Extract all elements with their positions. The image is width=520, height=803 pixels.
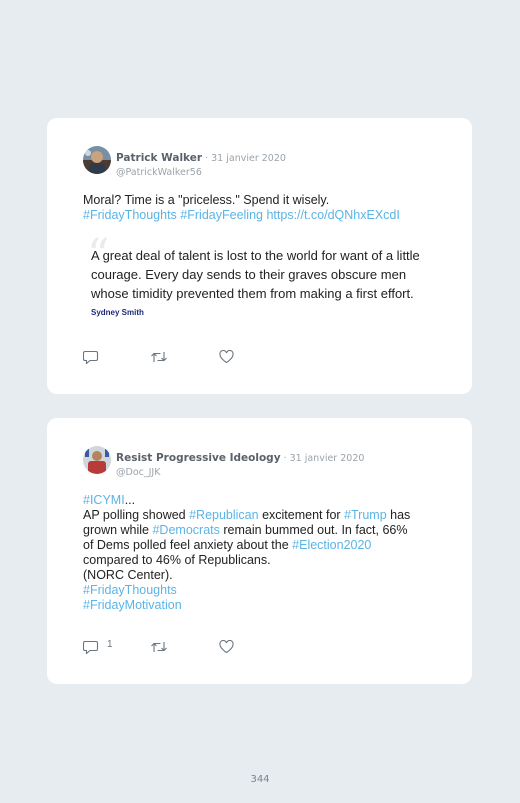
hashtag-link[interactable]: #Democrats — [152, 523, 219, 537]
page-number: 344 — [250, 774, 270, 785]
like-icon[interactable] — [219, 640, 234, 654]
quote-author: Sydney Smith — [91, 308, 144, 317]
separator-dot: · — [202, 153, 212, 164]
hashtag-link[interactable]: #FridayMotivation — [83, 598, 410, 613]
tweet-text-fragment: has — [386, 508, 411, 522]
quote-text: A great deal of talent is lost to the wo… — [91, 248, 420, 301]
tweet-text-fragment: AP polling showed — [83, 508, 190, 522]
avatar[interactable] — [83, 446, 111, 474]
hashtag-link[interactable]: #FridayThoughts — [83, 583, 410, 598]
tweet-card: Resist Progressive Ideology · 31 janvier… — [47, 418, 472, 684]
reply-icon[interactable] — [83, 350, 99, 364]
author-handle[interactable]: @PatrickWalker56 — [116, 167, 286, 178]
avatar[interactable] — [83, 146, 111, 174]
hashtag-link[interactable]: #FridayFeeling — [180, 208, 263, 222]
tweet-text-fragment: ... — [124, 493, 136, 507]
reply-icon[interactable]: 1 — [83, 639, 113, 654]
hashtag-link[interactable]: #ICYMI — [83, 493, 125, 507]
author-handle[interactable]: @Doc_JJK — [116, 467, 364, 478]
tweet-text-fragment: excitement for — [258, 508, 345, 522]
hashtag-link[interactable]: #Election2020 — [292, 538, 371, 552]
tweet-text: #ICYMI... AP polling showed #Republican … — [83, 493, 410, 613]
retweet-icon[interactable] — [150, 640, 168, 654]
tweet-text: Moral? Time is a "priceless." Spend it w… — [83, 193, 400, 223]
tweet-card: Patrick Walker · 31 janvier 2020 @Patric… — [47, 118, 472, 394]
tweet-text-line: (NORC Center). — [83, 568, 173, 582]
tweet-date[interactable]: 31 janvier 2020 — [211, 153, 286, 164]
reply-count: 1 — [107, 639, 113, 650]
author-name[interactable]: Resist Progressive Ideology — [116, 452, 281, 464]
author-name[interactable]: Patrick Walker — [116, 152, 202, 164]
like-icon[interactable] — [219, 350, 234, 364]
hashtag-link[interactable]: #Republican — [189, 508, 259, 522]
tweet-text-fragment: remain bummed out. In fact, 66% — [219, 523, 408, 537]
separator-dot: · — [280, 453, 290, 464]
tweet-text-line: Moral? Time is a "priceless." Spend it w… — [83, 193, 330, 207]
tweet-text-fragment: of Dems polled feel anxiety about the — [83, 538, 293, 552]
hashtag-link[interactable]: #Trump — [344, 508, 387, 522]
url-link[interactable]: https://t.co/dQNhxEXcdI — [266, 208, 399, 222]
retweet-icon[interactable] — [150, 350, 168, 364]
hashtag-link[interactable]: #FridayThoughts — [83, 208, 177, 222]
tweet-text-line: compared to 46% of Republicans. — [83, 553, 271, 567]
tweet-text-fragment: grown while — [83, 523, 153, 537]
tweet-date[interactable]: 31 janvier 2020 — [290, 453, 365, 464]
